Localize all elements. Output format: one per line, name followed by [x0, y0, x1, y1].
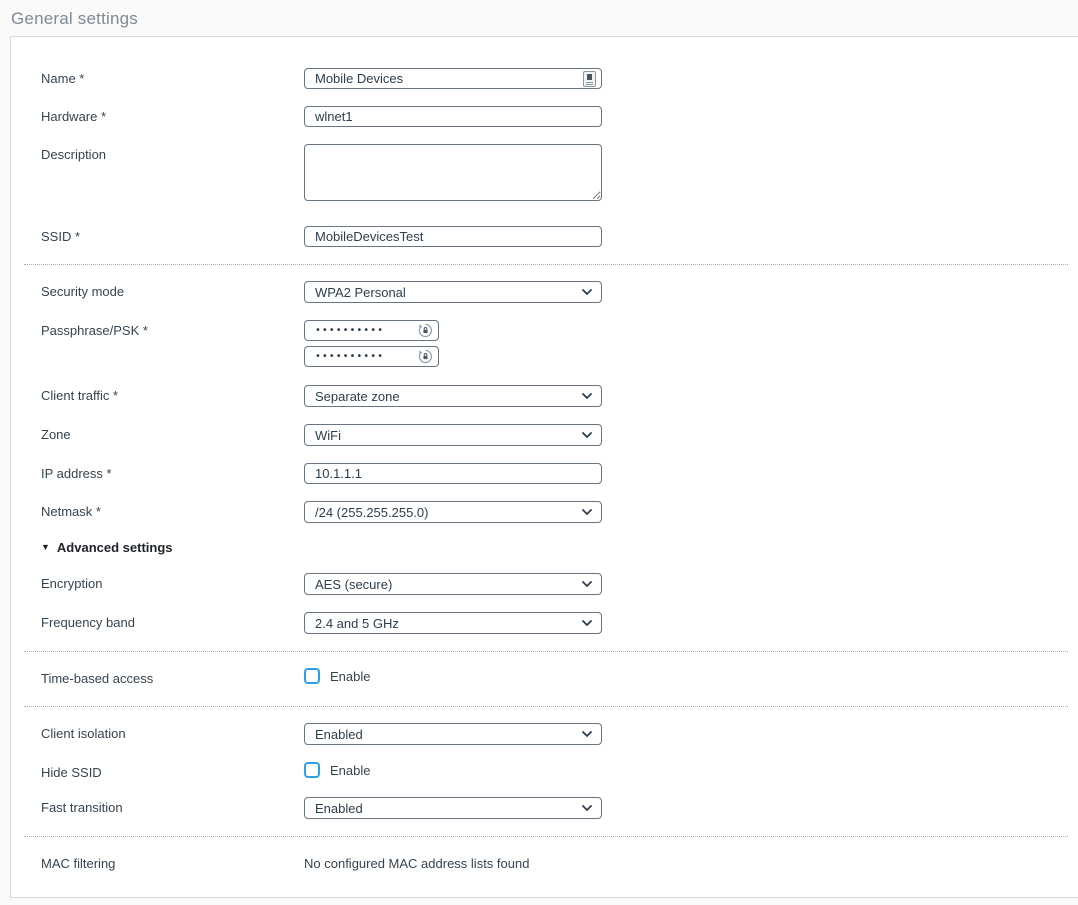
chevron-down-icon [582, 509, 592, 515]
fast-transition-row: Fast transition Enabled [11, 797, 1078, 819]
time-based-access-row: Time-based access Enable [11, 668, 1078, 686]
section-divider [24, 264, 1068, 265]
client-traffic-row: Client traffic * Separate zone [11, 385, 1078, 407]
chevron-down-icon [582, 805, 592, 811]
mac-filtering-message: No configured MAC address lists found [304, 853, 529, 871]
client-isolation-label: Client isolation [41, 723, 304, 741]
passphrase-label: Passphrase/PSK * [41, 320, 304, 338]
mac-filtering-label: MAC filtering [41, 853, 304, 871]
netmask-value: /24 (255.255.255.0) [315, 505, 428, 520]
password-reveal-icon[interactable] [418, 323, 433, 338]
section-divider [24, 836, 1068, 837]
general-settings-panel: Name * Hardware * Description SSID * Sec… [10, 36, 1078, 898]
chevron-down-icon [582, 620, 592, 626]
mac-filtering-row: MAC filtering No configured MAC address … [11, 853, 1078, 871]
encryption-value: AES (secure) [315, 577, 392, 592]
frequency-band-label: Frequency band [41, 612, 304, 630]
security-mode-value: WPA2 Personal [315, 285, 406, 300]
security-mode-select[interactable]: WPA2 Personal [304, 281, 602, 303]
advanced-settings-label: Advanced settings [57, 540, 173, 555]
zone-label: Zone [41, 424, 304, 442]
description-textarea[interactable] [304, 144, 602, 201]
frequency-band-value: 2.4 and 5 GHz [315, 616, 399, 631]
page-title: General settings [0, 0, 1078, 36]
frequency-band-row: Frequency band 2.4 and 5 GHz [11, 612, 1078, 634]
section-divider [24, 651, 1068, 652]
security-mode-label: Security mode [41, 281, 304, 299]
hide-ssid-checkbox[interactable] [304, 762, 320, 778]
zone-row: Zone WiFi [11, 424, 1078, 446]
hide-ssid-label: Hide SSID [41, 762, 304, 780]
encryption-row: Encryption AES (secure) [11, 573, 1078, 595]
caret-down-icon: ▼ [41, 541, 50, 554]
client-traffic-select[interactable]: Separate zone [304, 385, 602, 407]
name-label: Name * [41, 68, 304, 86]
client-isolation-select[interactable]: Enabled [304, 723, 602, 745]
client-isolation-row: Client isolation Enabled [11, 723, 1078, 745]
chevron-down-icon [582, 432, 592, 438]
description-row: Description [11, 144, 1078, 206]
fast-transition-value: Enabled [315, 801, 363, 816]
chevron-down-icon [582, 393, 592, 399]
client-traffic-label: Client traffic * [41, 385, 304, 403]
client-traffic-value: Separate zone [315, 389, 400, 404]
ip-address-input[interactable] [304, 463, 602, 484]
name-row: Name * [11, 68, 1078, 89]
time-based-access-enable-label: Enable [330, 669, 370, 684]
chevron-down-icon [582, 289, 592, 295]
section-divider [24, 706, 1068, 707]
security-mode-row: Security mode WPA2 Personal [11, 281, 1078, 303]
client-isolation-value: Enabled [315, 727, 363, 742]
netmask-select[interactable]: /24 (255.255.255.0) [304, 501, 602, 523]
hardware-input[interactable] [304, 106, 602, 127]
chevron-down-icon [582, 731, 592, 737]
encryption-label: Encryption [41, 573, 304, 591]
name-input[interactable] [304, 68, 602, 89]
ssid-row: SSID * [11, 226, 1078, 247]
netmask-row: Netmask * /24 (255.255.255.0) [11, 501, 1078, 523]
frequency-band-select[interactable]: 2.4 and 5 GHz [304, 612, 602, 634]
hide-ssid-row: Hide SSID Enable [11, 762, 1078, 780]
netmask-label: Netmask * [41, 501, 304, 519]
chevron-down-icon [582, 581, 592, 587]
fast-transition-select[interactable]: Enabled [304, 797, 602, 819]
hardware-label: Hardware * [41, 106, 304, 124]
password-reveal-icon[interactable] [418, 349, 433, 364]
encryption-select[interactable]: AES (secure) [304, 573, 602, 595]
zone-value: WiFi [315, 428, 341, 443]
time-based-access-checkbox[interactable] [304, 668, 320, 684]
fast-transition-label: Fast transition [41, 797, 304, 815]
autofill-icon[interactable] [583, 71, 596, 87]
hardware-row: Hardware * [11, 106, 1078, 127]
description-label: Description [41, 144, 304, 162]
ssid-label: SSID * [41, 226, 304, 244]
ip-address-row: IP address * [11, 463, 1078, 484]
ssid-input[interactable] [304, 226, 602, 247]
zone-select[interactable]: WiFi [304, 424, 602, 446]
passphrase-row: Passphrase/PSK * [11, 320, 1078, 367]
ip-address-label: IP address * [41, 463, 304, 481]
hide-ssid-enable-label: Enable [330, 763, 370, 778]
advanced-settings-toggle[interactable]: ▼ Advanced settings [11, 540, 1078, 555]
time-based-access-label: Time-based access [41, 668, 304, 686]
